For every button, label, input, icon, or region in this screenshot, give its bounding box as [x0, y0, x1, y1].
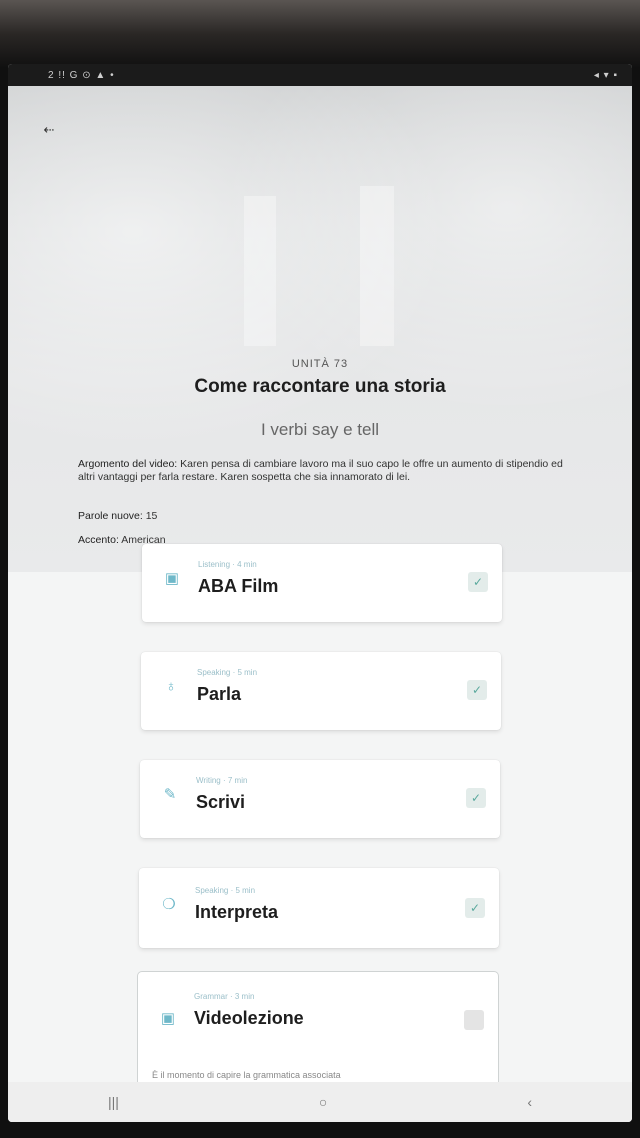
- activity-meta: Listening · 4 min: [198, 560, 257, 569]
- unit-subtitle: I verbi say e tell: [260, 420, 380, 439]
- activity-card-parla[interactable]: ♁ Speaking · 5 min Parla ✓: [141, 652, 501, 730]
- unit-title: Come raccontare una storia: [194, 376, 446, 397]
- activity-title: Parla: [197, 684, 242, 704]
- accent-label: Accento:: [78, 534, 119, 546]
- activity-meta: Writing · 7 min: [196, 776, 248, 785]
- recents-button[interactable]: |||: [108, 1094, 119, 1110]
- check-icon: ✓: [465, 898, 485, 918]
- check-icon: ✓: [467, 680, 487, 700]
- activity-title: Interpreta: [195, 902, 279, 922]
- new-words-label: Parole nuove:: [78, 510, 143, 522]
- home-button[interactable]: ○: [319, 1094, 327, 1110]
- screen: 2 !! G ⊙ ▲ • ◂ ▾ ▪ ⇠ UNITÀ 73 Come racco…: [8, 64, 632, 1122]
- checkbox-empty-icon: [464, 1010, 484, 1030]
- microphone-icon: ♁: [165, 677, 177, 695]
- activity-description: È il momento di capire la grammatica ass…: [152, 1070, 341, 1080]
- background-tower: [360, 186, 394, 346]
- video-topic-label: Argomento del video:: [78, 458, 178, 470]
- video-topic: Argomento del video: Karen pensa di camb…: [78, 458, 564, 484]
- activity-title: Scrivi: [196, 792, 246, 812]
- activity-card-aba-film[interactable]: ▣ Listening · 4 min ABA Film ✓: [142, 544, 502, 622]
- back-button[interactable]: ⇠: [36, 120, 62, 140]
- new-words: Parole nuove: 15: [78, 510, 564, 523]
- activity-card-videolezione[interactable]: ▣ Grammar · 3 min Videolezione È il mome…: [138, 972, 498, 1092]
- video-lesson-icon: ▣: [160, 1010, 176, 1027]
- check-icon: ✓: [468, 572, 488, 592]
- activity-meta: Speaking · 5 min: [195, 886, 256, 895]
- status-left: 2 !! G ⊙ ▲ •: [48, 69, 115, 81]
- device-frame: 2 !! G ⊙ ▲ • ◂ ▾ ▪ ⇠ UNITÀ 73 Come racco…: [0, 0, 640, 1138]
- status-bar: 2 !! G ⊙ ▲ • ◂ ▾ ▪: [8, 64, 632, 86]
- check-icon: ✓: [466, 788, 486, 808]
- activity-card-interpreta[interactable]: ❍ Speaking · 5 min Interpreta ✓: [139, 868, 499, 948]
- pen-icon: ✎: [163, 786, 177, 803]
- activity-meta: Grammar · 3 min: [194, 992, 255, 1001]
- hero-banner: ⇠ UNITÀ 73 Come raccontare una storia I …: [8, 86, 632, 572]
- nav-back-button[interactable]: ‹: [527, 1094, 532, 1110]
- background-tower: [244, 196, 276, 346]
- system-navbar: ||| ○ ‹: [8, 1082, 632, 1122]
- new-words-value: 15: [145, 510, 158, 522]
- activity-title: ABA Film: [198, 576, 279, 596]
- status-right: ◂ ▾ ▪: [593, 69, 618, 81]
- activity-card-scrivi[interactable]: ✎ Writing · 7 min Scrivi ✓: [140, 760, 500, 838]
- activity-meta: Speaking · 5 min: [197, 668, 258, 677]
- activity-title: Videolezione: [194, 1008, 304, 1028]
- arrow-left-icon: ⇠: [43, 122, 55, 137]
- chat-bubbles-icon: ❍: [162, 896, 176, 913]
- film-icon: ▣: [164, 570, 180, 587]
- unit-label: UNITÀ 73: [291, 358, 349, 370]
